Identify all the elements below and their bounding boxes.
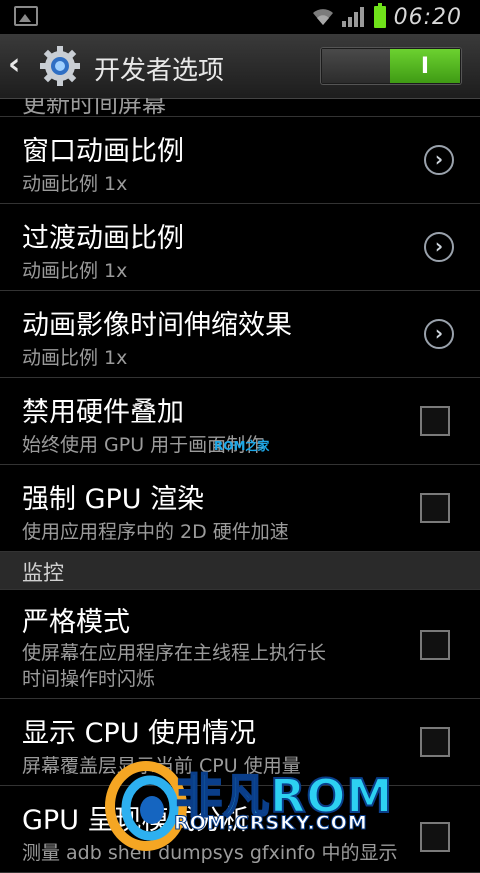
developer-options-toggle[interactable]: I — [320, 47, 462, 85]
checkbox[interactable] — [420, 727, 450, 757]
chevron-right-icon: › — [424, 319, 454, 349]
list-item-partial[interactable]: 更新时间屏幕 — [0, 98, 480, 117]
checkbox[interactable] — [420, 493, 450, 523]
watermark-url: ROM.CRSKY.COM — [174, 812, 368, 835]
status-time: 06:20 — [393, 4, 462, 30]
list-item-force-gpu-rendering[interactable]: 强制 GPU 渲染 使用应用程序中的 2D 硬件加速 — [0, 465, 480, 552]
toggle-off-half — [322, 49, 390, 83]
image-icon — [14, 6, 38, 26]
back-icon[interactable]: ‹ — [8, 48, 28, 82]
list-item-strict-mode[interactable]: 严格模式 使屏幕在应用程序在主线程上执行长 时间操作时闪烁 — [0, 590, 480, 699]
gear-icon[interactable] — [38, 44, 82, 88]
wifi-icon — [312, 9, 333, 25]
item-title: 禁用硬件叠加 — [22, 397, 184, 428]
checkbox[interactable] — [420, 630, 450, 660]
battery-icon — [373, 3, 386, 28]
item-title: 严格模式 — [22, 607, 130, 638]
item-subtitle-line1: 使屏幕在应用程序在主线程上执行长 — [22, 642, 327, 664]
signal-icon — [341, 7, 364, 27]
list-item-animator-duration-scale[interactable]: 动画影像时间伸缩效果 动画比例 1x › — [0, 291, 480, 378]
toggle-on-half: I — [390, 49, 460, 83]
item-title: 动画影像时间伸缩效果 — [22, 310, 292, 341]
section-header-monitoring: 监控 — [0, 552, 480, 590]
item-subtitle: 动画比例 1x — [22, 173, 128, 195]
watermark-text: ROM之家 — [214, 439, 270, 453]
item-title: 过渡动画比例 — [22, 223, 184, 254]
item-subtitle: 使用应用程序中的 2D 硬件加速 — [22, 521, 289, 543]
checkbox[interactable] — [420, 822, 450, 852]
item-subtitle: 动画比例 1x — [22, 260, 128, 282]
chevron-right-icon: › — [424, 145, 454, 175]
item-title: 窗口动画比例 — [22, 136, 184, 167]
item-subtitle-line2: 时间操作时闪烁 — [22, 668, 156, 690]
item-subtitle: 动画比例 1x — [22, 347, 128, 369]
page-title: 开发者选项 — [94, 56, 225, 86]
status-bar: 06:20 — [0, 0, 480, 34]
action-bar: ‹ 开发者选项 I — [0, 34, 480, 99]
item-title: 显示 CPU 使用情况 — [22, 718, 257, 749]
chevron-right-icon: › — [424, 232, 454, 262]
item-title: 强制 GPU 渲染 — [22, 484, 205, 515]
list-item-window-animation-scale[interactable]: 窗口动画比例 动画比例 1x › — [0, 117, 480, 204]
list-item-transition-animation-scale[interactable]: 过渡动画比例 动画比例 1x › — [0, 204, 480, 291]
checkbox[interactable] — [420, 406, 450, 436]
